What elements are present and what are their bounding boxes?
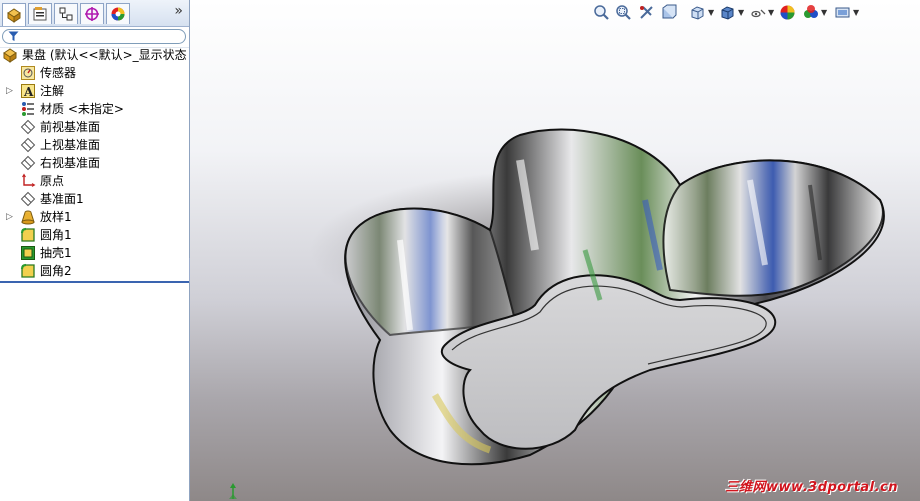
feature-filter-input[interactable] bbox=[2, 29, 186, 44]
tree-item-material[interactable]: 材质 <未指定> bbox=[0, 100, 189, 118]
fillet-icon bbox=[20, 263, 35, 278]
tree-item-front-plane[interactable]: 前视基准面 bbox=[0, 118, 189, 136]
tree-item-loft1[interactable]: ▷ 放样1 bbox=[0, 208, 189, 226]
property-icon bbox=[33, 7, 47, 21]
shell-icon bbox=[21, 246, 35, 260]
view-settings-icon bbox=[835, 7, 849, 17]
plane-icon bbox=[20, 119, 36, 135]
tree-item-label: 注解 bbox=[40, 84, 65, 98]
previous-view-button[interactable] bbox=[636, 2, 656, 22]
tree-item-right-plane[interactable]: 右视基准面 bbox=[0, 154, 189, 172]
view-orientation-icon bbox=[691, 5, 703, 20]
zoom-to-fit-button[interactable] bbox=[591, 2, 611, 22]
sensor-icon bbox=[21, 66, 35, 80]
filter-icon bbox=[8, 31, 19, 41]
feature-tree-icon bbox=[7, 8, 21, 23]
origin-icon bbox=[22, 173, 36, 187]
section-view-icon bbox=[662, 4, 676, 18]
tree-item-origin[interactable]: 原点 bbox=[0, 172, 189, 190]
appearance-icon bbox=[780, 5, 794, 19]
material-icon bbox=[22, 102, 34, 116]
propertymanager-tab[interactable] bbox=[28, 3, 52, 24]
bowl-right-lobe bbox=[662, 159, 884, 297]
zoom-to-area-icon bbox=[615, 4, 631, 20]
appearance-button[interactable] bbox=[777, 2, 797, 22]
dimxpert-tab[interactable] bbox=[80, 3, 104, 24]
featuremanager-panel: » 果盘 (默认<<默认>_显示状态 1 传感器 ▷ A 注解 材质 <未指定>… bbox=[0, 0, 198, 501]
tree-item-label: 传感器 bbox=[40, 66, 77, 80]
featuremanager-tab[interactable] bbox=[2, 3, 26, 26]
tree-root-part[interactable]: 果盘 (默认<<默认>_显示状态 1 bbox=[0, 46, 198, 64]
tree-item-plane1[interactable]: 基准面1 bbox=[0, 190, 189, 208]
plane-icon bbox=[20, 155, 36, 171]
tree-item-fillet2[interactable]: 圆角2 bbox=[0, 262, 189, 280]
scene-icon bbox=[803, 4, 818, 18]
tree-item-fillet1[interactable]: 圆角1 bbox=[0, 226, 189, 244]
target-icon bbox=[85, 7, 99, 21]
tree-item-label: 抽壳1 bbox=[40, 246, 72, 260]
fillet-icon bbox=[20, 227, 35, 242]
configuration-icon bbox=[59, 7, 73, 21]
zoom-to-fit-icon bbox=[593, 4, 609, 20]
tree-item-label: 上视基准面 bbox=[40, 138, 101, 152]
display-tab[interactable] bbox=[106, 3, 130, 24]
tree-item-shell1[interactable]: 抽壳1 bbox=[0, 244, 189, 262]
chevron-down-icon[interactable]: ▼ bbox=[821, 8, 827, 17]
tree-item-label: 原点 bbox=[40, 174, 65, 188]
svg-text:A: A bbox=[23, 85, 34, 99]
tree-item-sensors[interactable]: 传感器 bbox=[0, 64, 189, 82]
chevron-down-icon[interactable]: ▼ bbox=[853, 8, 859, 17]
rollback-bar[interactable] bbox=[0, 281, 189, 283]
reference-triad-icon bbox=[229, 483, 237, 499]
part-icon bbox=[3, 48, 17, 63]
configurationmanager-tab[interactable] bbox=[54, 3, 78, 24]
graphics-viewport[interactable]: ▼ ▼ ▼ ▼ ▼ 三维网www.3dportal.cn bbox=[190, 0, 920, 501]
plane-icon bbox=[20, 191, 36, 207]
tree-item-label: 放样1 bbox=[40, 210, 72, 224]
panel-tab-bar: » bbox=[0, 0, 189, 27]
view-settings-button[interactable] bbox=[832, 2, 852, 22]
tree-item-label: 圆角1 bbox=[40, 228, 72, 242]
tree-root-label: 果盘 (默认<<默认>_显示状态 1 bbox=[22, 48, 199, 62]
section-view-button[interactable] bbox=[658, 2, 678, 22]
display-style-button[interactable] bbox=[717, 2, 737, 22]
tree-item-top-plane[interactable]: 上视基准面 bbox=[0, 136, 189, 154]
tree-item-label: 基准面1 bbox=[40, 192, 84, 206]
more-tabs-button[interactable]: » bbox=[174, 3, 183, 19]
fruit-bowl-model[interactable] bbox=[190, 0, 920, 501]
tree-item-label: 圆角2 bbox=[40, 264, 72, 278]
plane-icon bbox=[20, 137, 36, 153]
tree-item-label: 材质 <未指定> bbox=[40, 102, 124, 116]
expand-arrow-icon[interactable]: ▷ bbox=[6, 208, 13, 226]
feature-tree: 果盘 (默认<<默认>_显示状态 1 传感器 ▷ A 注解 材质 <未指定> 前… bbox=[0, 46, 198, 280]
zoom-to-area-button[interactable] bbox=[613, 2, 633, 22]
hide-show-icon bbox=[750, 9, 765, 17]
color-wheel-icon bbox=[111, 7, 125, 21]
chevron-down-icon[interactable]: ▼ bbox=[708, 8, 714, 17]
chevron-down-icon[interactable]: ▼ bbox=[768, 8, 774, 17]
hide-show-button[interactable] bbox=[748, 2, 768, 22]
watermark: 三维网www.3dportal.cn bbox=[725, 480, 898, 495]
chevron-down-icon[interactable]: ▼ bbox=[738, 8, 744, 17]
annotation-icon: A bbox=[21, 84, 35, 99]
scene-button[interactable] bbox=[801, 2, 821, 22]
previous-view-icon bbox=[639, 5, 653, 19]
filter-row bbox=[0, 27, 189, 48]
loft-icon bbox=[21, 210, 35, 225]
tree-item-label: 前视基准面 bbox=[40, 120, 101, 134]
view-orientation-button[interactable] bbox=[687, 2, 707, 22]
tree-item-annotations[interactable]: ▷ A 注解 bbox=[0, 82, 189, 100]
display-style-icon bbox=[721, 5, 733, 20]
tree-item-label: 右视基准面 bbox=[40, 156, 101, 170]
expand-arrow-icon[interactable]: ▷ bbox=[6, 82, 13, 100]
